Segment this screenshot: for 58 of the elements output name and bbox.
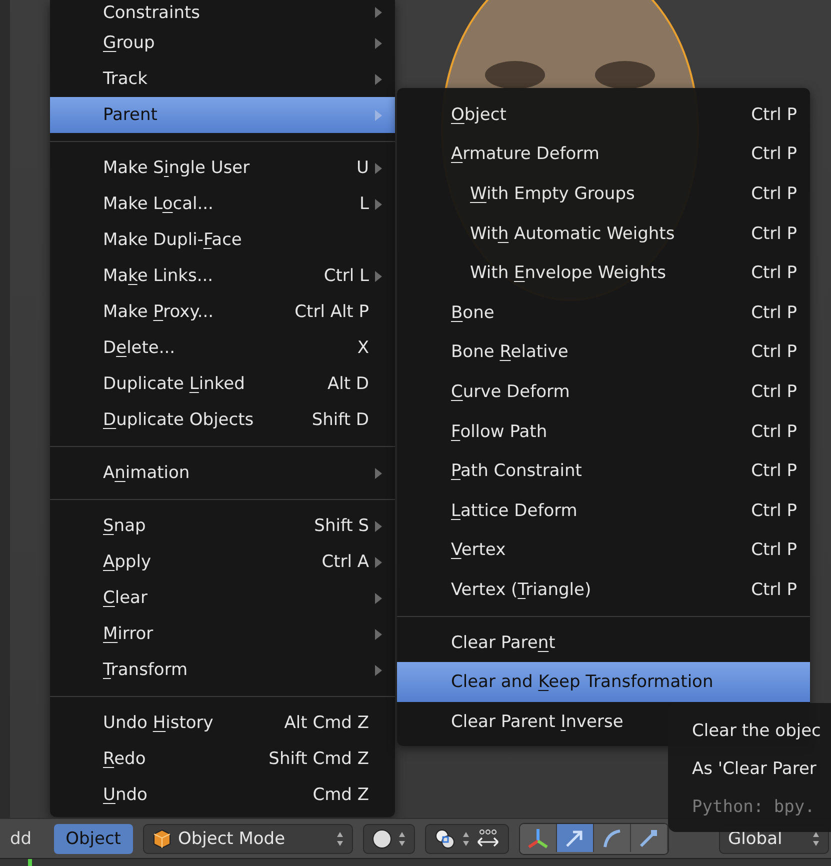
menu-item[interactable]: With Automatic Weights Ctrl P: [397, 214, 810, 254]
menu-item[interactable]: Mirror: [50, 616, 395, 652]
sphere-icon: [372, 828, 392, 848]
scale-icon: [640, 830, 657, 847]
header-menu[interactable]: Object: [54, 824, 133, 854]
python-code: Python: bpy.: [692, 797, 816, 819]
menu-item[interactable]: Path Constraint Ctrl P: [397, 451, 810, 491]
updown-icon: [812, 830, 820, 846]
menu-item[interactable]: With Envelope Weights Ctrl P: [397, 253, 810, 293]
menu-item[interactable]: Duplicate Linked Alt D: [50, 366, 395, 402]
tooltip-text: As 'Clear Parer: [692, 759, 818, 781]
menu-item[interactable]: Track: [50, 61, 395, 97]
updown-icon: [336, 830, 344, 846]
menu-item[interactable]: Bone Relative Ctrl P: [397, 332, 810, 372]
menu-item[interactable]: Make Links... Ctrl L: [50, 258, 395, 294]
menu-item[interactable]: Undo Cmd Z: [50, 777, 395, 813]
menu-item[interactable]: Delete... X: [50, 330, 395, 366]
menu-item[interactable]: Snap Shift S: [50, 508, 395, 544]
menu-item[interactable]: Redo Shift Cmd Z: [50, 741, 395, 777]
menu-item[interactable]: Animation: [50, 455, 395, 491]
manipulator-button[interactable]: [520, 824, 557, 852]
mode-dropdown[interactable]: Object Mode: [142, 824, 353, 854]
menu-item[interactable]: Lattice Deform Ctrl P: [397, 490, 810, 531]
menu-item[interactable]: Duplicate Objects Shift D: [50, 402, 395, 438]
menu-item[interactable]: Make Dupli-Face: [50, 222, 395, 258]
circles-icon: [434, 828, 456, 850]
menu-item[interactable]: Vertex Ctrl P: [397, 530, 810, 570]
menu-item[interactable]: Armature Deform Ctrl P: [397, 134, 810, 174]
arc-icon: [604, 829, 620, 847]
menu-item[interactable]: Clear and Keep Transformation: [397, 662, 810, 702]
manipulator-button[interactable]: [556, 824, 594, 852]
dots-arrows-icon: [476, 828, 500, 850]
menu-item[interactable]: Group: [50, 25, 395, 61]
menu-item[interactable]: Make Single User U: [50, 150, 395, 186]
pivot-dropdown[interactable]: [424, 824, 509, 854]
menu-item[interactable]: Vertex (Triangle) Ctrl P: [397, 570, 810, 610]
menu-item[interactable]: Undo History Alt Cmd Z: [50, 705, 395, 741]
header-menu[interactable]: dd: [0, 824, 44, 854]
menu-item[interactable]: Follow Path Ctrl P: [397, 412, 810, 452]
menu-item[interactable]: Object Ctrl P: [397, 95, 810, 135]
menu-item[interactable]: Curve Deform Ctrl P: [397, 372, 810, 412]
menu-item[interactable]: Apply Ctrl A: [50, 544, 395, 580]
menu-item[interactable]: Bone Ctrl P: [397, 292, 810, 333]
cube-icon: [152, 828, 172, 848]
menu-item[interactable]: With Empty Groups Ctrl P: [397, 174, 810, 214]
menu-item[interactable]: Transform: [50, 652, 395, 688]
menu-item[interactable]: Constraints: [50, 0, 395, 25]
updown-icon: [398, 830, 406, 846]
arrow-icon: [566, 830, 582, 847]
tooltip-text: Clear the objec: [692, 721, 822, 743]
shading-dropdown[interactable]: [362, 824, 415, 854]
menu-item[interactable]: Make Proxy... Ctrl Alt P: [50, 294, 395, 330]
updown-icon: [462, 830, 470, 846]
menu-item[interactable]: Clear: [50, 580, 395, 616]
menu-item[interactable]: Clear Parent: [397, 622, 810, 662]
menu-item[interactable]: Parent: [50, 97, 395, 133]
menu-item[interactable]: Make Local... L: [50, 186, 395, 222]
axes-icon: [528, 828, 548, 848]
